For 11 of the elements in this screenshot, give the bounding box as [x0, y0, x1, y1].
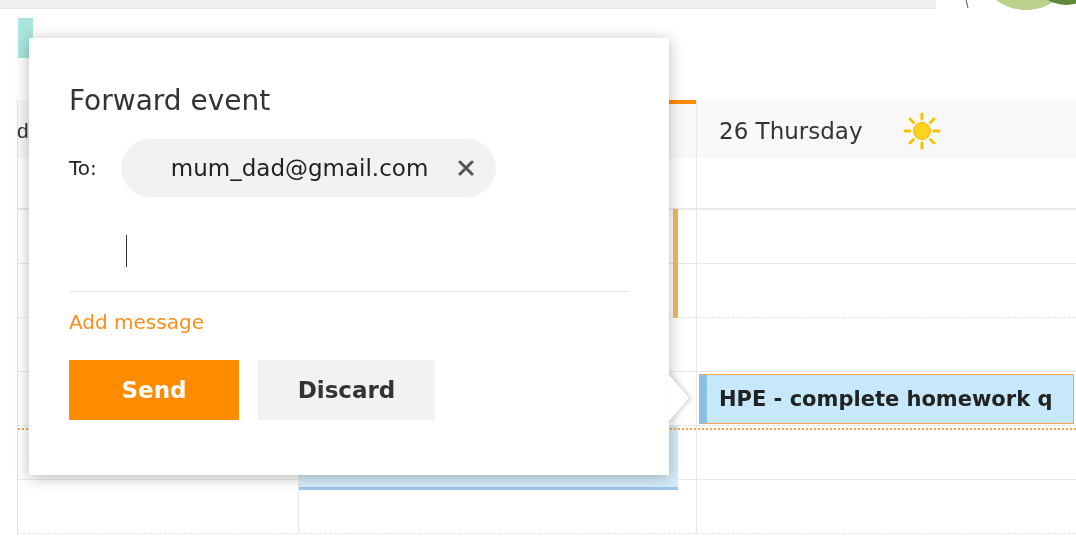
- discard-button[interactable]: Discard: [258, 360, 435, 420]
- calendar-event[interactable]: [673, 209, 678, 318]
- day-label: d: [17, 119, 29, 143]
- close-icon[interactable]: [458, 160, 475, 176]
- recipient-chip[interactable]: mum_dad@gmail.com: [120, 139, 497, 197]
- popup-title: Forward event: [69, 84, 272, 117]
- recipient-email: mum_dad@gmail.com: [170, 155, 429, 181]
- day-label: 26 Thursday: [719, 118, 863, 144]
- sun-icon: [902, 112, 941, 150]
- to-label: To:: [69, 156, 97, 180]
- calendar-event[interactable]: HPE - complete homework q: [699, 374, 1074, 424]
